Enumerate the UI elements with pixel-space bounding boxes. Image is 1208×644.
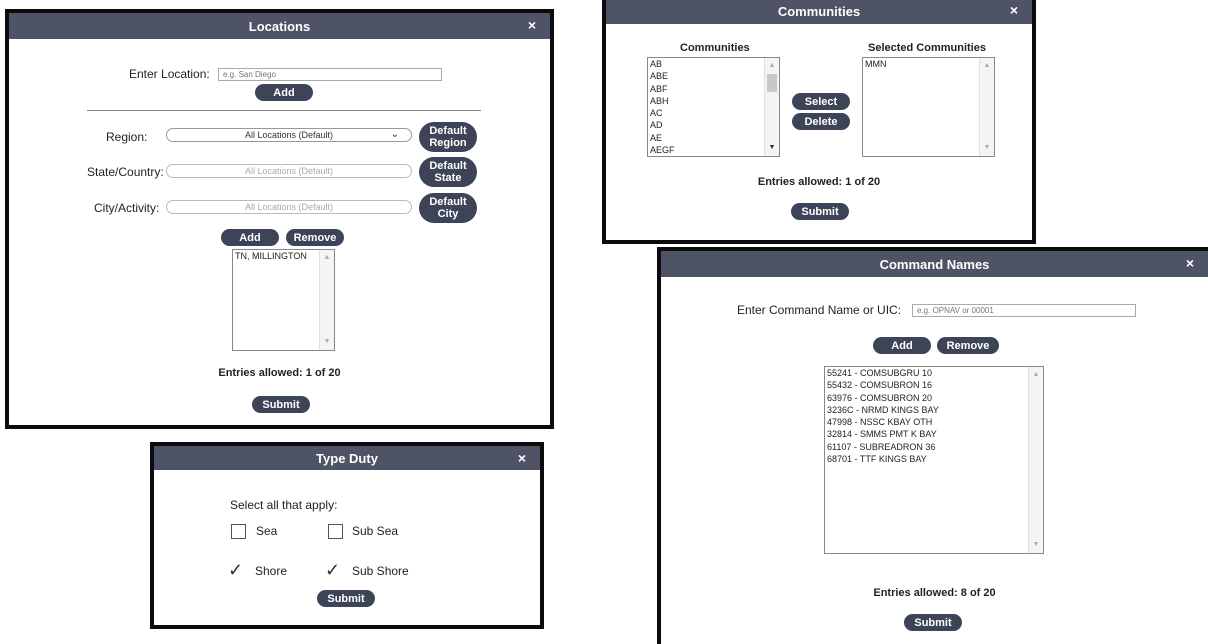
city-activity-label: City/Activity:: [94, 201, 160, 215]
scrollbar[interactable]: ▲ ▼: [764, 58, 779, 156]
communities-header: Communities: [680, 42, 750, 54]
entries-allowed: Entries allowed: 8 of 20: [873, 587, 996, 599]
default-region-button[interactable]: Default Region: [419, 122, 477, 152]
divider: [87, 110, 481, 111]
list-item[interactable]: ABH: [648, 95, 779, 107]
command-input[interactable]: [912, 304, 1136, 317]
selected-communities-list[interactable]: MMN ▲ ▼: [862, 57, 995, 157]
submit-button[interactable]: Submit: [252, 396, 310, 413]
region-label: Region:: [106, 130, 148, 144]
region-select[interactable]: All Locations (Default) ⌄: [166, 128, 412, 142]
type-duty-dialog: Type Duty × Select all that apply: Sea S…: [150, 442, 544, 629]
sea-checkbox[interactable]: [231, 524, 246, 539]
locations-titlebar: Locations ×: [9, 13, 550, 39]
command-names-list[interactable]: 55241 - COMSUBGRU 10 55432 - COMSUBRON 1…: [824, 366, 1044, 554]
sub-shore-checkmark-icon[interactable]: ✓: [325, 560, 340, 581]
sub-sea-label: Sub Sea: [352, 524, 399, 538]
locations-list[interactable]: TN, MILLINGTON ▲ ▼: [232, 249, 335, 351]
city-value: All Locations (Default): [244, 202, 334, 212]
list-item[interactable]: ABF: [648, 83, 779, 95]
list-item[interactable]: AE: [648, 132, 779, 144]
list-item[interactable]: 63976 - COMSUBRON 20: [825, 392, 1043, 404]
remove-command-button[interactable]: Remove: [937, 337, 999, 354]
list-item[interactable]: 3236C - NRMD KINGS BAY: [825, 404, 1043, 416]
enter-command-label: Enter Command Name or UIC:: [737, 303, 902, 317]
scroll-down-icon[interactable]: ▼: [765, 142, 779, 154]
locations-dialog: Locations × Enter Location: Add Region: …: [5, 9, 554, 429]
scroll-down-icon[interactable]: ▼: [980, 142, 994, 154]
sea-label: Sea: [256, 524, 278, 538]
command-names-title: Command Names: [879, 256, 990, 272]
scrollbar[interactable]: ▲ ▼: [979, 58, 994, 156]
add-button[interactable]: Add: [221, 229, 279, 246]
list-item[interactable]: AC: [648, 107, 779, 119]
communities-titlebar: Communities ×: [606, 0, 1032, 24]
selected-communities-header: Selected Communities: [868, 42, 986, 54]
close-icon[interactable]: ×: [1186, 255, 1194, 271]
list-item[interactable]: 61107 - SUBREADRON 36: [825, 441, 1043, 453]
submit-button[interactable]: Submit: [904, 614, 962, 631]
default-state-button[interactable]: Default State: [419, 157, 477, 187]
list-item[interactable]: 68701 - TTF KINGS BAY: [825, 453, 1043, 465]
list-item[interactable]: AEGF: [648, 144, 779, 156]
list-item[interactable]: 47998 - NSSC KBAY OTH: [825, 416, 1043, 428]
list-item[interactable]: 55241 - COMSUBGRU 10: [825, 367, 1043, 379]
scroll-up-icon[interactable]: ▲: [1029, 369, 1043, 381]
state-value: All Locations (Default): [244, 166, 334, 176]
type-duty-titlebar: Type Duty ×: [154, 446, 540, 470]
select-button[interactable]: Select: [792, 93, 850, 110]
close-icon[interactable]: ×: [518, 450, 526, 466]
scroll-up-icon[interactable]: ▲: [320, 252, 334, 264]
remove-button[interactable]: Remove: [286, 229, 344, 246]
sub-sea-checkbox[interactable]: [328, 524, 343, 539]
city-select[interactable]: All Locations (Default): [166, 200, 412, 214]
scroll-up-icon[interactable]: ▲: [765, 60, 779, 72]
delete-button[interactable]: Delete: [792, 113, 850, 130]
list-item[interactable]: AD: [648, 119, 779, 131]
close-icon[interactable]: ×: [1010, 2, 1018, 18]
enter-location-label: Enter Location:: [129, 67, 210, 81]
close-icon[interactable]: ×: [528, 17, 536, 33]
list-item[interactable]: ABE: [648, 70, 779, 82]
list-item[interactable]: MMN: [863, 58, 994, 71]
shore-checkmark-icon[interactable]: ✓: [228, 560, 243, 581]
default-city-button[interactable]: Default City: [419, 193, 477, 223]
select-all-prompt: Select all that apply:: [230, 498, 338, 512]
scrollbar[interactable]: ▲ ▼: [1028, 367, 1043, 553]
type-duty-title: Type Duty: [316, 450, 378, 466]
state-country-label: State/Country:: [87, 165, 164, 179]
list-item[interactable]: 32814 - SMMS PMT K BAY: [825, 428, 1043, 440]
location-input[interactable]: [218, 68, 442, 81]
list-item[interactable]: 55432 - COMSUBRON 16: [825, 379, 1043, 391]
command-names-dialog: Command Names × Enter Command Name or UI…: [657, 247, 1208, 644]
scroll-down-icon[interactable]: ▼: [1029, 539, 1043, 551]
scroll-thumb[interactable]: [767, 74, 777, 92]
command-names-titlebar: Command Names ×: [661, 251, 1208, 277]
list-item[interactable]: AB: [648, 58, 779, 70]
sub-shore-label: Sub Shore: [352, 564, 409, 578]
submit-button[interactable]: Submit: [317, 590, 375, 607]
scroll-up-icon[interactable]: ▲: [980, 60, 994, 72]
locations-title: Locations: [248, 18, 311, 34]
communities-title: Communities: [777, 3, 861, 19]
entries-allowed: Entries allowed: 1 of 20: [218, 367, 341, 379]
add-location-button[interactable]: Add: [255, 84, 313, 101]
add-command-button[interactable]: Add: [873, 337, 931, 354]
scroll-down-icon[interactable]: ▼: [320, 336, 334, 348]
communities-dialog: Communities × Communities Selected Commu…: [602, 0, 1036, 244]
entries-allowed: Entries allowed: 1 of 20: [757, 176, 881, 188]
submit-button[interactable]: Submit: [791, 203, 849, 220]
region-value: All Locations (Default): [244, 130, 334, 140]
chevron-down-icon: ⌄: [390, 129, 399, 140]
communities-list[interactable]: AB ABE ABF ABH AC AD AE AEGF ▲ ▼: [647, 57, 780, 157]
scrollbar[interactable]: ▲ ▼: [319, 250, 334, 350]
shore-label: Shore: [255, 564, 288, 578]
state-select[interactable]: All Locations (Default): [166, 164, 412, 178]
